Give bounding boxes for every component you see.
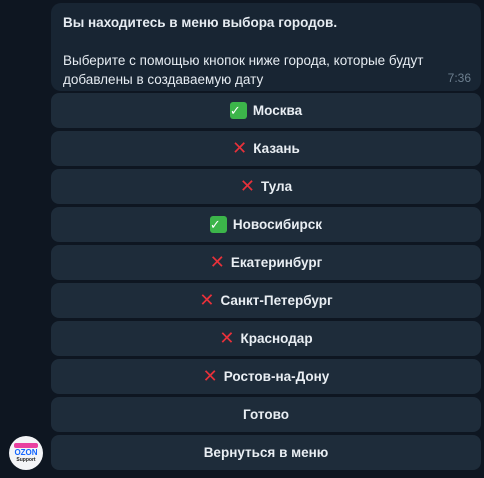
keyboard-button[interactable]: ✕ Тула — [51, 169, 481, 204]
keyboard-button-label: Тула — [260, 179, 293, 194]
avatar[interactable]: OZON Support — [9, 436, 43, 470]
keyboard-button[interactable]: Готово — [51, 397, 481, 432]
avatar-sub: Support — [16, 457, 36, 463]
keyboard-button[interactable]: ✕ Краснодар — [51, 321, 481, 356]
cross-icon: ✕ — [232, 138, 248, 158]
cross-icon: ✕ — [219, 328, 235, 348]
avatar-brand: OZON — [14, 448, 38, 457]
keyboard-button[interactable]: Вернуться в меню — [51, 435, 481, 470]
message-title: Вы находитесь в меню выбора городов. — [63, 15, 338, 30]
keyboard-button-label: Екатеринбург — [230, 255, 323, 270]
keyboard-button[interactable]: ✕ Казань — [51, 131, 481, 166]
check-icon: ✓ — [209, 216, 227, 233]
cross-icon: ✕ — [202, 366, 218, 386]
inline-keyboard: ✓ Москва ✕ Казань ✕ Тула ✓ Новосибирск ✕ Екатерин… — [51, 93, 481, 473]
keyboard-button[interactable]: ✕ Санкт-Петербург — [51, 283, 481, 318]
keyboard-button-label: Санкт-Петербург — [220, 293, 333, 308]
cross-icon: ✕ — [199, 290, 215, 310]
message-body: Выберите с помощью кнопок ниже города, к… — [63, 53, 424, 87]
keyboard-button-label: Казань — [253, 141, 300, 156]
keyboard-button-label: Москва — [252, 103, 303, 118]
keyboard-button-label: Новосибирск — [232, 217, 323, 232]
keyboard-button-label: Вернуться в меню — [203, 445, 329, 460]
check-icon: ✓ — [229, 102, 247, 119]
keyboard-button[interactable]: ✕ Ростов-на-Дону — [51, 359, 481, 394]
keyboard-button-label: Готово — [243, 407, 289, 422]
keyboard-button[interactable]: ✕ Екатеринбург — [51, 245, 481, 280]
keyboard-button-label: Ростов-на-Дону — [223, 369, 330, 384]
cross-icon: ✕ — [209, 252, 225, 272]
keyboard-button-label: Краснодар — [240, 331, 313, 346]
bot-message: Вы находитесь в меню выбора городов. Выб… — [51, 3, 481, 91]
keyboard-button[interactable]: ✓ Новосибирск — [51, 207, 481, 242]
cross-icon: ✕ — [239, 176, 255, 196]
message-time: 7:36 — [447, 71, 471, 85]
keyboard-button[interactable]: ✓ Москва — [51, 93, 481, 128]
